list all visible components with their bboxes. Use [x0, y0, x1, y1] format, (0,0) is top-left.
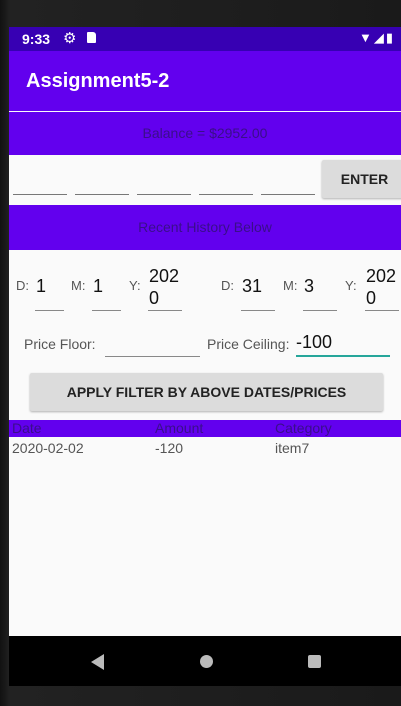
cell-category: item7: [275, 440, 310, 456]
apply-filter-button[interactable]: APPLY FILTER BY ABOVE DATES/PRICES: [30, 373, 383, 411]
navigation-bar: [9, 636, 401, 686]
table-row[interactable]: 2020-02-02 -120 item7: [9, 440, 401, 458]
to-month-value[interactable]: 3: [304, 275, 314, 297]
to-month-underline: [303, 310, 337, 311]
from-year-underline: [148, 310, 182, 311]
entry-field-1[interactable]: [13, 174, 67, 195]
price-ceiling-input[interactable]: -100: [296, 332, 390, 357]
cell-date: 2020-02-02: [12, 440, 84, 456]
battery-icon: ▮: [385, 30, 395, 45]
enter-button[interactable]: ENTER: [322, 160, 401, 198]
price-ceiling-label: Price Ceiling:: [207, 336, 290, 352]
device-frame: 9:33 ⚙ ▼◢▮ Assignment5-2 Balance = $2952…: [0, 0, 401, 706]
status-bar: 9:33 ⚙ ▼◢▮: [9, 27, 401, 51]
signal-icon: ◢: [373, 30, 386, 45]
app-bar: Assignment5-2: [9, 51, 401, 111]
from-day-underline: [35, 310, 64, 311]
from-month-value[interactable]: 1: [93, 275, 103, 297]
from-year-value-line1[interactable]: 202: [149, 265, 179, 287]
to-year-value-line2[interactable]: 0: [366, 287, 376, 309]
to-month-label: M:: [283, 278, 298, 293]
from-year-label: Y:: [129, 278, 141, 293]
sd-card-icon: [87, 32, 96, 43]
price-floor-label: Price Floor:: [24, 336, 96, 352]
table-header: Date Amount Category: [9, 420, 401, 437]
back-icon[interactable]: [91, 654, 104, 670]
from-day-label: D:: [16, 278, 29, 293]
header-date: Date: [12, 420, 42, 436]
home-icon[interactable]: [200, 655, 213, 668]
to-year-value-line1[interactable]: 202: [366, 265, 396, 287]
header-category: Category: [275, 420, 332, 436]
balance-banner: Balance = $2952.00: [9, 112, 401, 155]
app-title: Assignment5-2: [26, 70, 170, 92]
from-month-label: M:: [71, 278, 86, 293]
entry-field-3[interactable]: [137, 174, 191, 195]
history-banner: Recent History Below: [9, 205, 401, 250]
entry-field-4[interactable]: [199, 174, 253, 195]
to-day-underline: [241, 310, 275, 311]
to-year-underline: [365, 310, 399, 311]
entry-field-2[interactable]: [75, 174, 129, 195]
wifi-icon: ▼: [358, 30, 374, 45]
header-amount: Amount: [155, 420, 204, 436]
from-month-underline: [92, 310, 121, 311]
status-time: 9:33: [22, 31, 51, 47]
from-year-value-line2[interactable]: 0: [149, 287, 159, 309]
from-day-value[interactable]: 1: [36, 275, 46, 297]
gear-icon: ⚙: [63, 30, 77, 47]
cell-amount: -120: [155, 440, 184, 456]
price-floor-input[interactable]: [105, 356, 200, 357]
to-day-label: D:: [221, 278, 234, 293]
to-day-value[interactable]: 31: [242, 275, 262, 297]
recents-icon[interactable]: [308, 655, 321, 668]
screen: 9:33 ⚙ ▼◢▮ Assignment5-2 Balance = $2952…: [9, 27, 401, 686]
entry-field-5[interactable]: [261, 174, 315, 195]
status-right-icons: ▼◢▮: [359, 30, 395, 46]
to-year-label: Y:: [345, 278, 357, 293]
